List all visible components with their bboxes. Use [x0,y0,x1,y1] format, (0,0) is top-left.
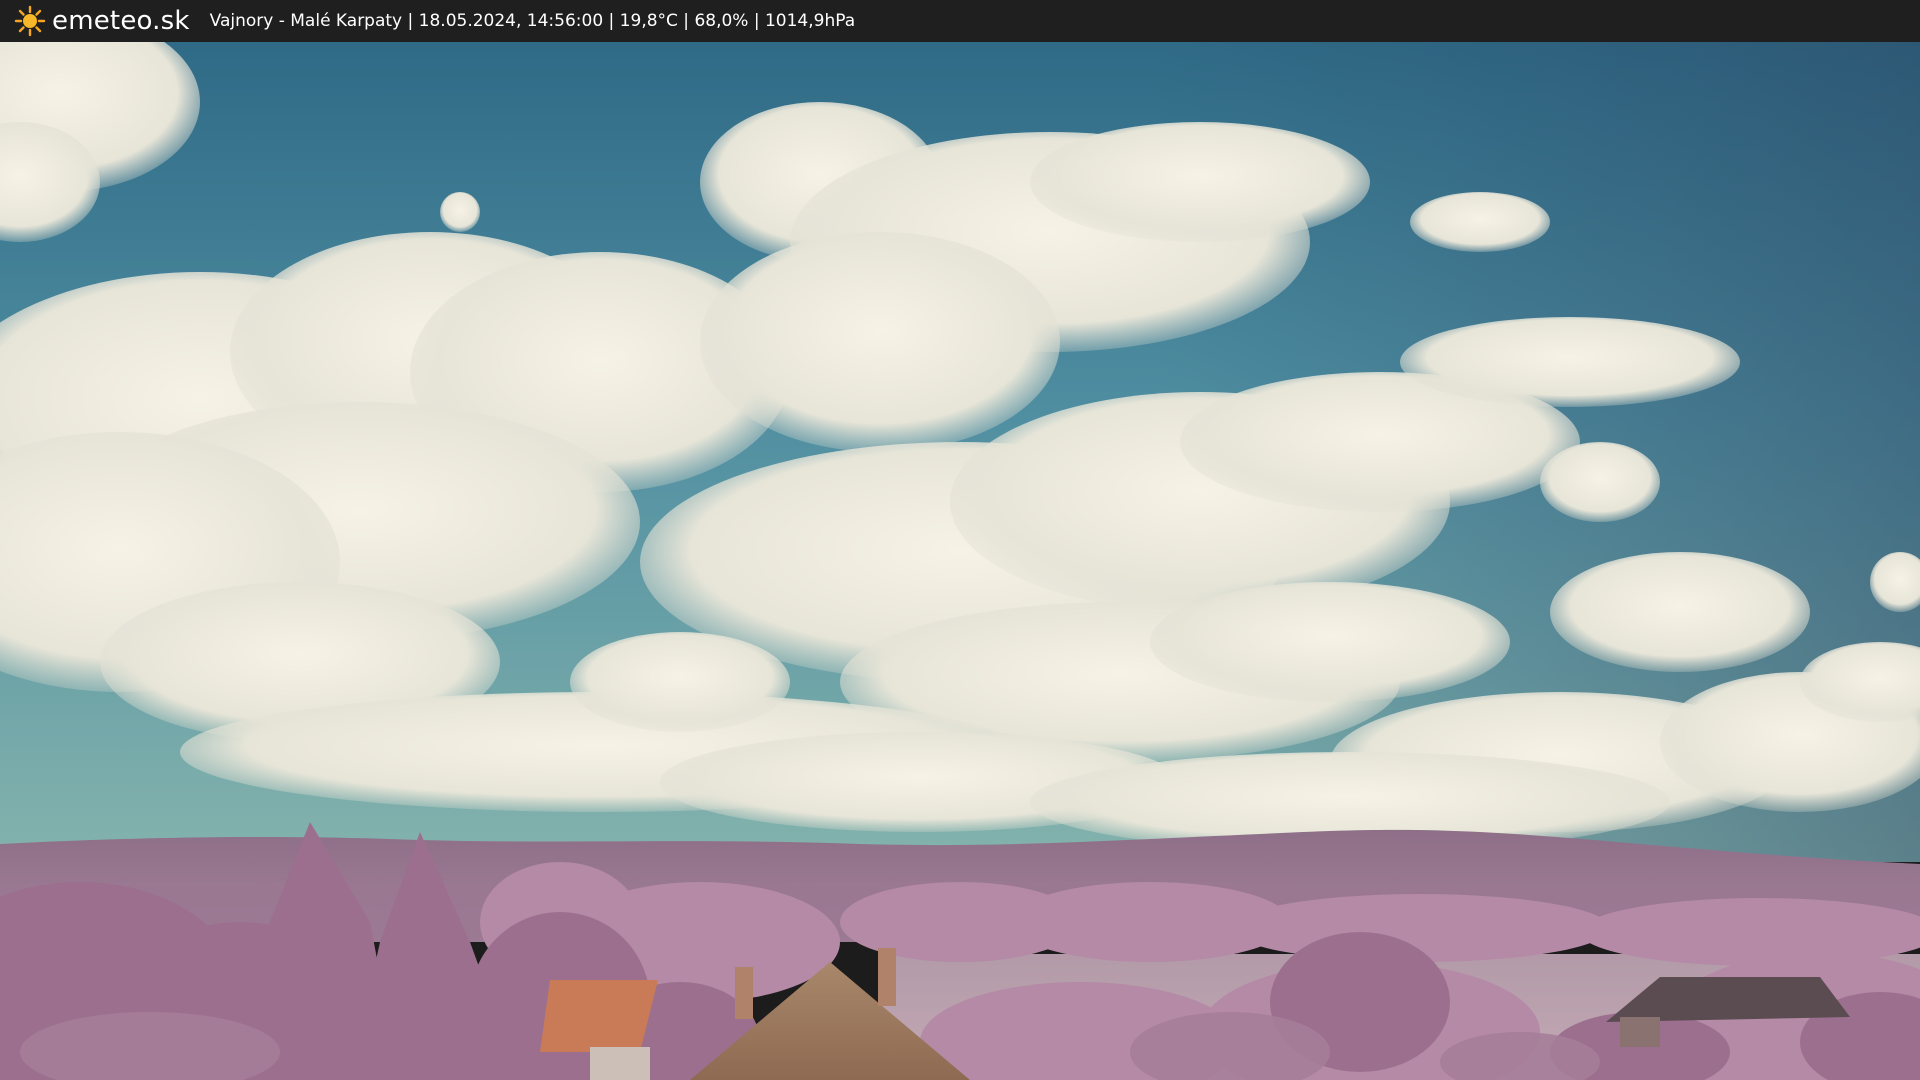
brand-logo[interactable]: emeteo.sk [14,5,190,37]
sun-icon [14,5,46,37]
landscape-photo [0,42,1920,1080]
station-caption: Vajnory - Malé Karpaty | 18.05.2024, 14:… [209,11,856,31]
webcam-frame: emeteo.sk Vajnory - Malé Karpaty | 18.05… [0,0,1920,1080]
header-bar: emeteo.sk Vajnory - Malé Karpaty | 18.05… [0,0,1920,42]
brand-name: emeteo.sk [52,6,190,36]
camera-image [0,42,1920,1080]
